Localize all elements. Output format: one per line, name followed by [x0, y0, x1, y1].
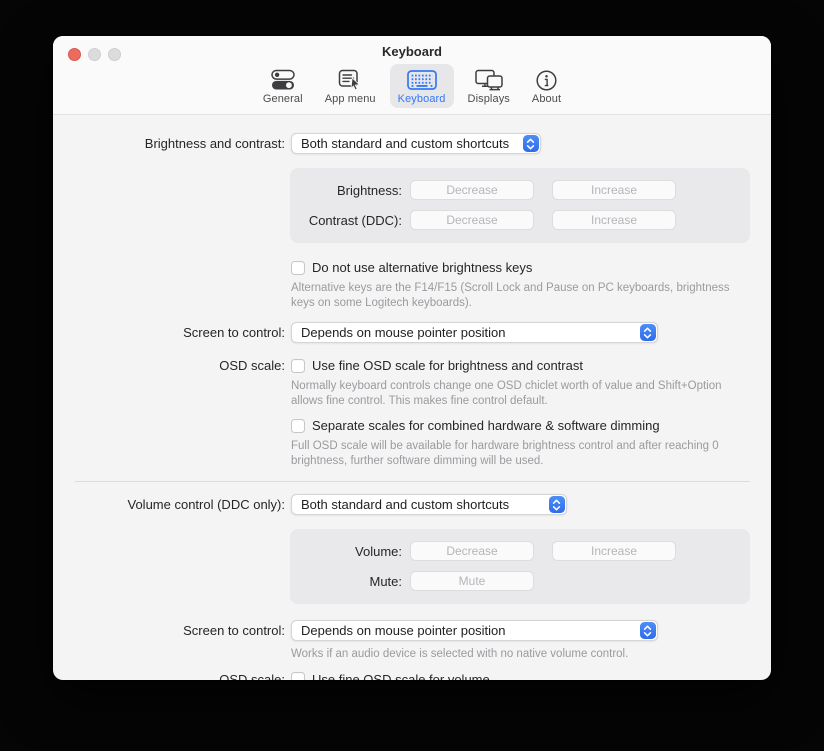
brightness-screen-row: Screen to control: Depends on mouse poin… — [53, 322, 771, 343]
toolbar-item-keyboard[interactable]: Keyboard — [390, 64, 454, 108]
toolbar-label-displays: Displays — [468, 93, 510, 105]
fine-osd-brightness-help: Normally keyboard controls change one OS… — [291, 379, 735, 408]
contrast-decrease-button[interactable]: Decrease — [410, 210, 534, 230]
brightness-shortcuts-dropdown[interactable]: Both standard and custom shortcuts — [291, 133, 541, 154]
separate-scales-help: Full OSD scale will be available for har… — [291, 439, 735, 468]
brightness-screen-label: Screen to control: — [53, 325, 285, 340]
brightness-row-label: Brightness: — [290, 183, 402, 198]
chevron-up-down-icon — [549, 496, 565, 513]
volume-increase-button[interactable]: Increase — [552, 541, 676, 561]
traffic-lights — [68, 48, 121, 61]
fine-osd-volume-row: OSD scale: Use fine OSD scale for volume — [53, 672, 771, 681]
toolbar-item-app-menu[interactable]: App menu — [317, 64, 384, 108]
mute-row-label: Mute: — [290, 574, 402, 589]
separate-scales-row: Separate scales for combined hardware & … — [53, 418, 771, 433]
mute-button[interactable]: Mute — [410, 571, 534, 591]
volume-row-label: Volume: — [290, 544, 402, 559]
close-button[interactable] — [68, 48, 81, 61]
section-divider — [75, 481, 750, 482]
brightness-increase-button[interactable]: Increase — [552, 180, 676, 200]
minimize-button[interactable] — [88, 48, 101, 61]
window-title: Keyboard — [53, 44, 771, 59]
volume-screen-help: Works if an audio device is selected wit… — [291, 647, 735, 662]
toolbar-label-general: General — [263, 93, 303, 105]
chevron-up-down-icon — [640, 324, 656, 341]
chevron-up-down-icon — [640, 622, 656, 639]
brightness-decrease-button[interactable]: Decrease — [410, 180, 534, 200]
volume-shortcuts-dropdown[interactable]: Both standard and custom shortcuts — [291, 494, 567, 515]
toolbar-item-general[interactable]: General — [255, 64, 311, 108]
volume-screen-dropdown[interactable]: Depends on mouse pointer position — [291, 620, 658, 641]
brightness-shortcuts-row: Brightness and contrast: Both standard a… — [53, 133, 771, 154]
fine-osd-brightness-label: Use fine OSD scale for brightness and co… — [312, 358, 583, 373]
toolbar-label-keyboard: Keyboard — [398, 93, 446, 105]
brightness-screen-value: Depends on mouse pointer position — [301, 325, 506, 340]
volume-shortcuts-value: Both standard and custom shortcuts — [301, 497, 509, 512]
volume-screen-row: Screen to control: Depends on mouse poin… — [53, 620, 771, 641]
toggles-icon — [270, 68, 296, 92]
zoom-button[interactable] — [108, 48, 121, 61]
brightness-shortcuts-label: Brightness and contrast: — [53, 136, 285, 151]
contrast-buttons-row: Contrast (DDC): Decrease Increase — [290, 210, 750, 230]
toolbar-item-displays[interactable]: Displays — [460, 64, 518, 108]
keyboard-icon — [407, 68, 437, 92]
alt-brightness-keys-checkbox[interactable] — [291, 261, 305, 275]
volume-screen-label: Screen to control: — [53, 623, 285, 638]
chevron-up-down-icon — [523, 135, 539, 152]
brightness-shortcuts-panel: Brightness: Decrease Increase Contrast (… — [290, 168, 750, 243]
contrast-increase-button[interactable]: Increase — [552, 210, 676, 230]
info-icon — [535, 68, 558, 92]
desktop-background: Keyboard General — [0, 0, 824, 751]
brightness-buttons-row: Brightness: Decrease Increase — [290, 180, 750, 200]
toolbar: General App menu — [53, 64, 771, 108]
app-menu-icon — [337, 68, 363, 92]
alt-brightness-keys-label: Do not use alternative brightness keys — [312, 260, 532, 275]
alt-brightness-keys-help: Alternative keys are the F14/F15 (Scroll… — [291, 281, 735, 310]
fine-osd-brightness-row: OSD scale: Use fine OSD scale for bright… — [53, 358, 771, 373]
titlebar: Keyboard General — [53, 36, 771, 115]
brightness-screen-dropdown[interactable]: Depends on mouse pointer position — [291, 322, 658, 343]
volume-shortcuts-row: Volume control (DDC only): Both standard… — [53, 494, 771, 515]
toolbar-label-about: About — [532, 93, 561, 105]
preferences-window: Keyboard General — [53, 36, 771, 680]
fine-osd-volume-label: Use fine OSD scale for volume — [312, 672, 490, 681]
mute-buttons-row: Mute: Mute — [290, 571, 750, 591]
separate-scales-label: Separate scales for combined hardware & … — [312, 418, 660, 433]
separate-scales-checkbox[interactable] — [291, 419, 305, 433]
osd-scale-label-volume: OSD scale: — [53, 672, 285, 681]
brightness-shortcuts-value: Both standard and custom shortcuts — [301, 136, 509, 151]
volume-decrease-button[interactable]: Decrease — [410, 541, 534, 561]
fine-osd-brightness-checkbox[interactable] — [291, 359, 305, 373]
toolbar-label-app-menu: App menu — [325, 93, 376, 105]
fine-osd-volume-checkbox[interactable] — [291, 672, 305, 680]
preferences-content: Brightness and contrast: Both standard a… — [53, 115, 771, 680]
contrast-row-label: Contrast (DDC): — [290, 213, 402, 228]
volume-shortcuts-label: Volume control (DDC only): — [53, 497, 285, 512]
volume-screen-value: Depends on mouse pointer position — [301, 623, 506, 638]
alt-brightness-keys-row: Do not use alternative brightness keys — [53, 260, 771, 275]
osd-scale-label: OSD scale: — [53, 358, 285, 373]
displays-icon — [474, 68, 504, 92]
volume-buttons-row: Volume: Decrease Increase — [290, 541, 750, 561]
volume-shortcuts-panel: Volume: Decrease Increase Mute: Mute — [290, 529, 750, 604]
toolbar-item-about[interactable]: About — [524, 64, 569, 108]
